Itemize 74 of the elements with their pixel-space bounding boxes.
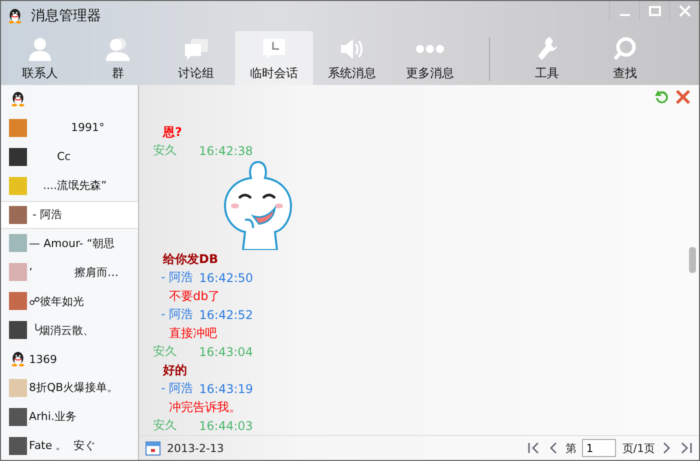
message-time: 16:43:19 (199, 382, 254, 396)
tab[interactable]: 联系人 (1, 31, 79, 85)
tab[interactable]: 临时会话 (235, 31, 313, 85)
photo-placeholder (9, 263, 27, 282)
message-text: 给你发DB (163, 250, 218, 268)
toolbar-button[interactable]: 工具 (508, 31, 586, 85)
sender-name: - 阿浩 (161, 380, 194, 398)
contact-item[interactable]: 1369 (1, 345, 138, 374)
sender-name: 安久 (153, 142, 177, 160)
message-time: 16:42:38 (199, 144, 253, 158)
photo-placeholder (9, 321, 27, 340)
window-title: 消息管理器 (31, 7, 102, 25)
contact-item[interactable]: ☍彼年如光 (1, 287, 138, 316)
contact-item[interactable]: Arhi.业务 (1, 402, 138, 431)
date-label: 2013-2-13 (167, 442, 225, 454)
search-icon (613, 36, 637, 62)
tab[interactable]: 更多消息 (391, 31, 469, 85)
photo-placeholder (9, 292, 27, 310)
photo-placeholder (9, 176, 27, 195)
contact-item[interactable]: 1991° (1, 114, 138, 142)
contact-item[interactable]: ╰烟消云散、 (1, 316, 138, 344)
message-text: 直接冲吧 (169, 324, 217, 342)
clock-bubble-icon (261, 36, 287, 62)
contact-item[interactable]: ....流氓先森” (1, 172, 138, 200)
last-page-button[interactable] (679, 441, 693, 455)
person-icon (27, 36, 53, 62)
sender-name: 安久 (153, 417, 177, 434)
first-page-button[interactable] (527, 441, 542, 455)
photo-placeholder (9, 408, 27, 426)
photo-placeholder (9, 206, 27, 224)
tab[interactable]: 讨论组 (157, 31, 235, 85)
message-text: 恩? (163, 124, 182, 141)
page-label: 第 (565, 440, 576, 456)
speaker-icon (339, 36, 365, 62)
photo-placeholder (9, 234, 27, 252)
contact-item[interactable]: — Amour- “朝思 (1, 229, 138, 258)
wrench-icon (536, 36, 558, 62)
tab[interactable]: 系统消息 (313, 31, 391, 85)
maximize-icon (648, 6, 660, 16)
message-time: 16:42:52 (199, 308, 254, 322)
page-count-label: 页/1页 (622, 440, 655, 456)
previous-page-button[interactable] (547, 441, 560, 455)
penguin-avatar-icon (9, 91, 27, 107)
sender-name: - 阿浩 (161, 269, 194, 286)
sender-name: - 阿浩 (161, 306, 194, 324)
contact-item[interactable]: 8折QB火爆接单。 (1, 374, 138, 402)
calendar-icon[interactable] (145, 440, 161, 456)
message-text: 不要db了 (169, 288, 220, 305)
message-time: 16:44:03 (199, 418, 253, 433)
message-text: 冲完告诉我。 (169, 398, 241, 416)
message-time: 16:42:50 (199, 270, 254, 285)
photo-placeholder (9, 378, 27, 397)
contact-item[interactable]: - 阿浩 (1, 200, 138, 229)
next-page-button[interactable] (661, 441, 673, 455)
penguin-avatar-icon (9, 351, 27, 368)
sender-name: 安久 (153, 343, 177, 360)
toolbar-button[interactable]: 查找 (586, 31, 664, 85)
chat-bubbles-icon (183, 36, 209, 62)
contact-item[interactable]: Fate 。 安ぐ (1, 432, 138, 460)
app-logo-icon (7, 8, 23, 24)
photo-placeholder (9, 148, 27, 166)
message-time: 16:43:04 (199, 344, 253, 359)
photo-placeholder (9, 436, 27, 455)
photo-placeholder (9, 118, 27, 137)
people-icon (105, 36, 131, 62)
tab[interactable]: 群 (79, 31, 157, 85)
contact-item[interactable]: Cc (1, 142, 138, 171)
message-text: 好的 (163, 362, 187, 379)
page-input[interactable]: 1 (582, 439, 616, 457)
refresh-button[interactable] (653, 89, 671, 105)
contact-item[interactable]: ’ 擦肩而… (1, 258, 138, 286)
delete-button[interactable] (675, 89, 691, 105)
minimize-icon (620, 14, 630, 16)
close-icon (678, 5, 690, 17)
